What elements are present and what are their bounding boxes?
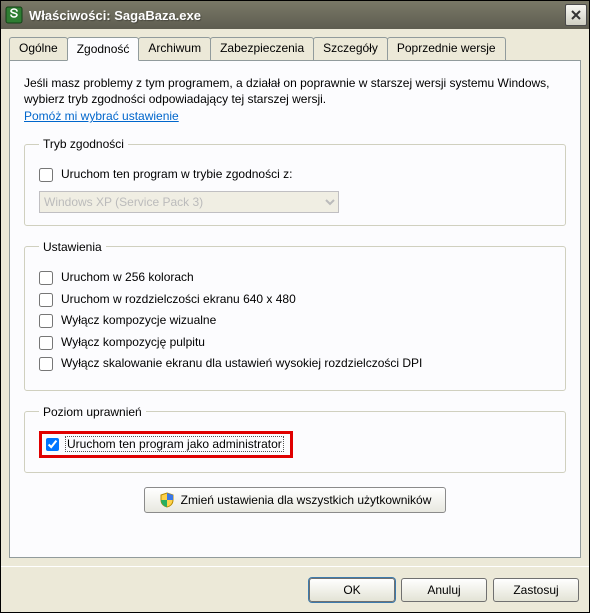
tab-compatibility[interactable]: Zgodność (67, 37, 140, 61)
settings-group: Ustawienia Uruchom w 256 kolorach Urucho… (24, 240, 566, 391)
compat-mode-legend: Tryb zgodności (39, 137, 128, 151)
tab-previous-versions[interactable]: Poprzednie wersje (387, 37, 506, 60)
change-all-users-label: Zmień ustawienia dla wszystkich użytkown… (181, 493, 432, 507)
disable-dpi-checkbox[interactable] (39, 357, 53, 371)
tab-general[interactable]: Ogólne (9, 37, 68, 60)
privilege-group: Poziom uprawnień Uruchom ten program jak… (24, 405, 566, 473)
disable-visual-label: Wyłącz kompozycje wizualne (61, 313, 216, 329)
window-title: Właściwości: SagaBaza.exe (29, 8, 565, 23)
compat-mode-group: Tryb zgodności Uruchom ten program w try… (24, 137, 566, 226)
compat-mode-checkbox[interactable] (39, 168, 53, 182)
privilege-legend: Poziom uprawnień (39, 405, 146, 419)
compatibility-panel: Jeśli masz problemy z tym programem, a d… (9, 60, 581, 558)
tab-details[interactable]: Szczegóły (313, 37, 388, 60)
properties-dialog: Właściwości: SagaBaza.exe Ogólne Zgodnoś… (0, 0, 590, 613)
apply-button[interactable]: Zastosuj (493, 578, 579, 602)
help-link[interactable]: Pomóż mi wybrać ustawienie (24, 109, 179, 123)
compat-mode-select[interactable]: Windows XP (Service Pack 3) (39, 191, 339, 213)
compat-mode-label: Uruchom ten program w trybie zgodności z… (61, 167, 292, 183)
dialog-button-bar: OK Anuluj Zastosuj (1, 566, 589, 612)
disable-desktop-checkbox[interactable] (39, 336, 53, 350)
app-icon (5, 6, 23, 24)
tab-security[interactable]: Zabezpieczenia (210, 37, 314, 60)
ok-button[interactable]: OK (309, 578, 395, 602)
run-as-admin-label: Uruchom ten program jako administrator (65, 436, 284, 452)
disable-desktop-label: Wyłącz kompozycję pulpitu (61, 335, 205, 351)
close-button[interactable] (565, 4, 587, 26)
tab-archive[interactable]: Archiwum (138, 37, 211, 60)
shield-icon (159, 492, 175, 508)
res-640-label: Uruchom w rozdzielczości ekranu 640 x 48… (61, 292, 296, 308)
colors-256-label: Uruchom w 256 kolorach (61, 270, 194, 286)
colors-256-checkbox[interactable] (39, 271, 53, 285)
close-icon (570, 9, 582, 21)
run-as-admin-checkbox[interactable] (46, 438, 59, 451)
cancel-button[interactable]: Anuluj (401, 578, 487, 602)
titlebar: Właściwości: SagaBaza.exe (1, 1, 589, 29)
content-area: Ogólne Zgodność Archiwum Zabezpieczenia … (1, 29, 589, 566)
disable-visual-checkbox[interactable] (39, 314, 53, 328)
intro-text: Jeśli masz problemy z tym programem, a d… (24, 75, 566, 107)
run-as-admin-highlight: Uruchom ten program jako administrator (39, 431, 293, 458)
tab-strip: Ogólne Zgodność Archiwum Zabezpieczenia … (9, 37, 581, 60)
settings-legend: Ustawienia (39, 240, 106, 254)
disable-dpi-label: Wyłącz skalowanie ekranu dla ustawień wy… (61, 356, 422, 372)
change-all-users-button[interactable]: Zmień ustawienia dla wszystkich użytkown… (144, 487, 447, 513)
res-640-checkbox[interactable] (39, 293, 53, 307)
